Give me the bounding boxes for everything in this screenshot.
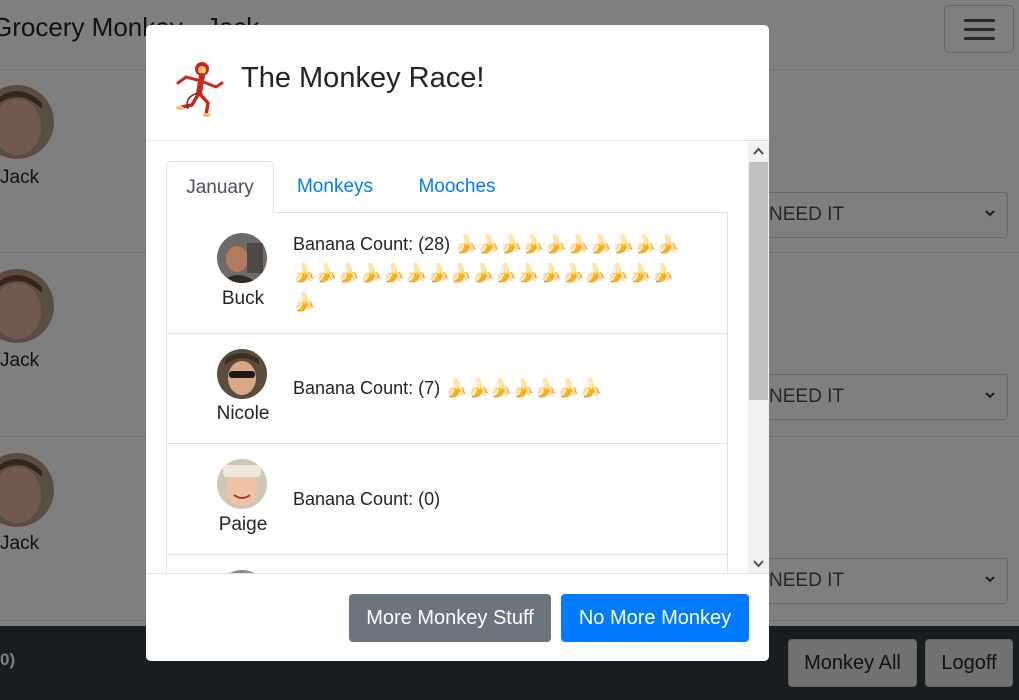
list-item: Buck Banana Count: (28) 🍌🍌🍌🍌🍌🍌🍌🍌🍌🍌🍌🍌🍌🍌🍌🍌… (167, 213, 727, 334)
modal-footer: More Monkey Stuff No More Monkey (146, 573, 769, 661)
list-item (167, 555, 727, 573)
banana-count: Banana Count: (0) (293, 485, 693, 514)
banana-icons: 🍌🍌🍌🍌🍌🍌🍌 (445, 378, 602, 398)
tab-monkeys[interactable]: Monkeys (284, 161, 386, 213)
tab-january[interactable]: January (166, 161, 274, 213)
modal-scrollbar[interactable] (748, 142, 769, 573)
avatar (217, 233, 267, 283)
list-item: Nicole Banana Count: (7) 🍌🍌🍌🍌🍌🍌🍌 (167, 334, 727, 444)
no-more-monkey-button[interactable]: No More Monkey (561, 594, 749, 642)
modal-title: The Monkey Race! (241, 62, 485, 94)
list-item: Paige Banana Count: (0) (167, 444, 727, 555)
scroll-thumb[interactable] (749, 162, 768, 400)
tab-bar: January Monkeys Mooches (166, 161, 728, 213)
avatar (217, 459, 267, 509)
banana-count-label: Banana Count: (0) (293, 489, 441, 509)
monkey-race-modal: The Monkey Race! January Monkeys Mooches… (146, 25, 769, 661)
scroll-up-icon[interactable] (752, 145, 765, 158)
item-name: Nicole (216, 403, 270, 424)
more-monkey-stuff-button[interactable]: More Monkey Stuff (349, 594, 551, 642)
modal-header: The Monkey Race! (146, 25, 769, 141)
banana-count-label: Banana Count: (28) (293, 234, 451, 254)
running-monkey-icon (176, 62, 224, 117)
scroll-down-icon[interactable] (752, 557, 765, 570)
avatar (217, 349, 267, 399)
banana-count-label: Banana Count: (7) (293, 378, 441, 398)
item-name: Paige (218, 514, 268, 535)
tab-mooches[interactable]: Mooches (406, 161, 508, 213)
modal-body: January Monkeys Mooches Buck Banana Coun… (146, 142, 748, 573)
banana-count: Banana Count: (7) 🍌🍌🍌🍌🍌🍌🍌 (293, 374, 693, 403)
leaderboard-list: Buck Banana Count: (28) 🍌🍌🍌🍌🍌🍌🍌🍌🍌🍌🍌🍌🍌🍌🍌🍌… (166, 213, 728, 573)
banana-count: Banana Count: (28) 🍌🍌🍌🍌🍌🍌🍌🍌🍌🍌🍌🍌🍌🍌🍌🍌🍌🍌🍌🍌🍌… (293, 230, 693, 317)
